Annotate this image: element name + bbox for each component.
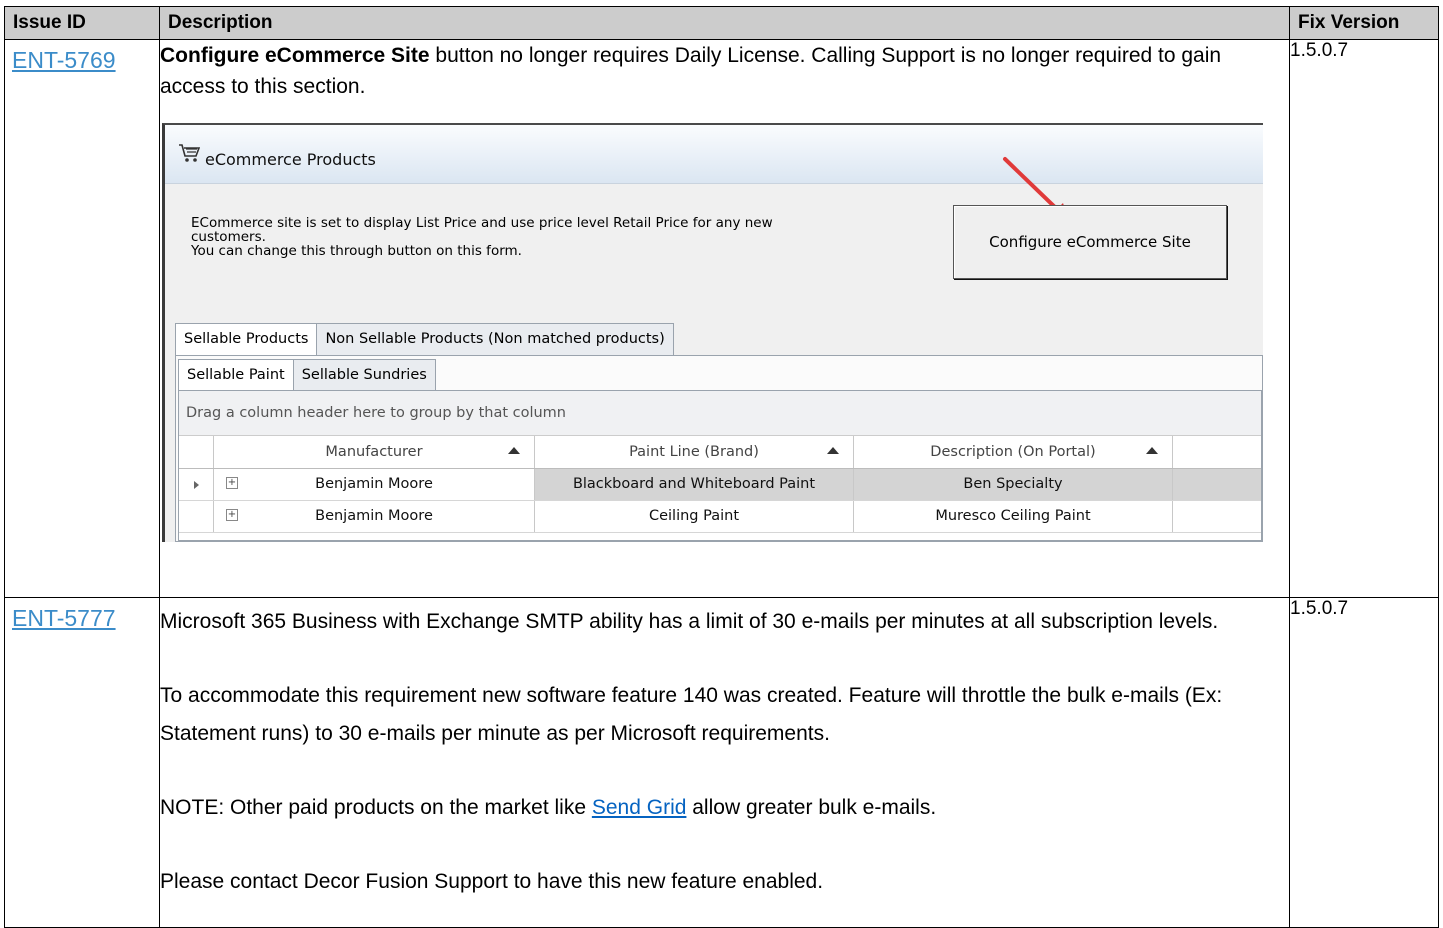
- cell-empty: [1173, 469, 1261, 500]
- sort-ascending-icon: [508, 447, 520, 454]
- group-by-hint[interactable]: Drag a column header here to group by th…: [179, 391, 1261, 436]
- cell-description[interactable]: Muresco Ceiling Paint: [854, 501, 1173, 532]
- expand-plus-icon[interactable]: +: [226, 477, 238, 489]
- cell-text: Benjamin Moore: [315, 508, 433, 524]
- table-row[interactable]: + Benjamin Moore Ceiling Paint Muresco Ce…: [179, 501, 1261, 533]
- window-title: eCommerce Products: [205, 150, 376, 169]
- inner-tabs: Sellable Paint Sellable Sundries: [178, 359, 436, 391]
- note-text: allow greater bulk e-mails.: [686, 796, 937, 819]
- issue-id-cell: ENT-5777: [4, 597, 160, 928]
- sort-ascending-icon: [827, 447, 839, 454]
- expand-plus-icon[interactable]: +: [226, 509, 238, 521]
- tab-non-sellable-products[interactable]: Non Sellable Products (Non matched produ…: [316, 323, 674, 355]
- products-grid: Drag a column header here to group by th…: [178, 390, 1262, 541]
- info-message: ECommerce site is set to display List Pr…: [191, 216, 773, 258]
- fix-version-cell: 1.5.0.7: [1289, 39, 1439, 598]
- description-paragraph: Please contact Decor Fusion Support to h…: [160, 870, 824, 893]
- column-header-empty: [1173, 436, 1261, 468]
- cell-paint-line[interactable]: Ceiling Paint: [535, 501, 854, 532]
- cell-manufacturer[interactable]: + Benjamin Moore: [214, 501, 535, 532]
- cart-icon: [178, 141, 201, 172]
- description-text: Configure eCommerce Site button no longe…: [160, 40, 1289, 102]
- tab-sellable-sundries[interactable]: Sellable Sundries: [292, 359, 436, 391]
- note-text: NOTE: Other paid products on the market …: [160, 796, 592, 819]
- description-paragraph: NOTE: Other paid products on the market …: [160, 789, 1289, 827]
- header-fix-version: Fix Version: [1289, 6, 1439, 40]
- issue-link-ent-5769[interactable]: ENT-5769: [5, 40, 159, 74]
- description-cell: Microsoft 365 Business with Exchange SMT…: [159, 597, 1290, 928]
- description-cell: Configure eCommerce Site button no longe…: [159, 39, 1290, 598]
- issue-link-ent-5777[interactable]: ENT-5777: [5, 598, 159, 632]
- description-paragraph: Microsoft 365 Business with Exchange SMT…: [160, 610, 1219, 633]
- table-row[interactable]: + Benjamin Moore Blackboard and Whiteboar…: [179, 469, 1261, 501]
- column-header-label: Manufacturer: [325, 443, 423, 460]
- embedded-screenshot: eCommerce Products ECommerce site is set…: [162, 123, 1263, 542]
- cell-empty: [1173, 501, 1261, 532]
- configure-ecommerce-site-button[interactable]: Configure eCommerce Site: [953, 205, 1227, 279]
- outer-tabs: Sellable Products Non Sellable Products …: [175, 323, 674, 355]
- cell-paint-line[interactable]: Blackboard and Whiteboard Paint: [535, 469, 854, 500]
- column-header-manufacturer[interactable]: Manufacturer: [214, 436, 535, 468]
- description-paragraph: To accommodate this requirement new soft…: [160, 684, 1223, 745]
- row-indicator-header: [179, 436, 214, 468]
- table-row: ENT-5777 Microsoft 365 Business with Exc…: [4, 597, 1439, 928]
- column-header-paint-line[interactable]: Paint Line (Brand): [535, 436, 854, 468]
- message-line: You can change this through button on th…: [191, 243, 522, 259]
- row-pointer-icon: [193, 480, 199, 489]
- column-header-label: Description (On Portal): [930, 443, 1096, 460]
- window-titlebar: eCommerce Products: [165, 125, 1263, 184]
- row-indicator: [179, 469, 214, 500]
- desc-bold: Configure eCommerce Site: [160, 44, 430, 67]
- table-row: ENT-5769 Configure eCommerce Site button…: [4, 39, 1439, 598]
- release-notes-table: Issue ID Description Fix Version ENT-576…: [4, 6, 1439, 928]
- cell-text: Benjamin Moore: [315, 476, 433, 492]
- message-line: ECommerce site is set to display List Pr…: [191, 215, 773, 231]
- sellable-products-panel: Sellable Paint Sellable Sundries Drag a …: [175, 355, 1263, 542]
- sort-ascending-icon: [1146, 447, 1158, 454]
- send-grid-link[interactable]: Send Grid: [592, 796, 687, 819]
- column-header-label: Paint Line (Brand): [629, 443, 759, 460]
- tab-sellable-paint[interactable]: Sellable Paint: [178, 359, 294, 391]
- column-header-description[interactable]: Description (On Portal): [854, 436, 1173, 468]
- fix-version-cell: 1.5.0.7: [1289, 597, 1439, 928]
- tab-sellable-products[interactable]: Sellable Products: [175, 323, 318, 355]
- header-description: Description: [159, 6, 1290, 40]
- header-issue-id: Issue ID: [4, 6, 160, 40]
- row-indicator: [179, 501, 214, 532]
- issue-id-cell: ENT-5769: [4, 39, 160, 598]
- header-row: Issue ID Description Fix Version: [4, 6, 1439, 40]
- grid-header: Manufacturer Paint Line (Brand) Descript…: [179, 436, 1261, 469]
- message-line: customers.: [191, 229, 266, 245]
- cell-description[interactable]: Ben Specialty: [854, 469, 1173, 500]
- cell-manufacturer[interactable]: + Benjamin Moore: [214, 469, 535, 500]
